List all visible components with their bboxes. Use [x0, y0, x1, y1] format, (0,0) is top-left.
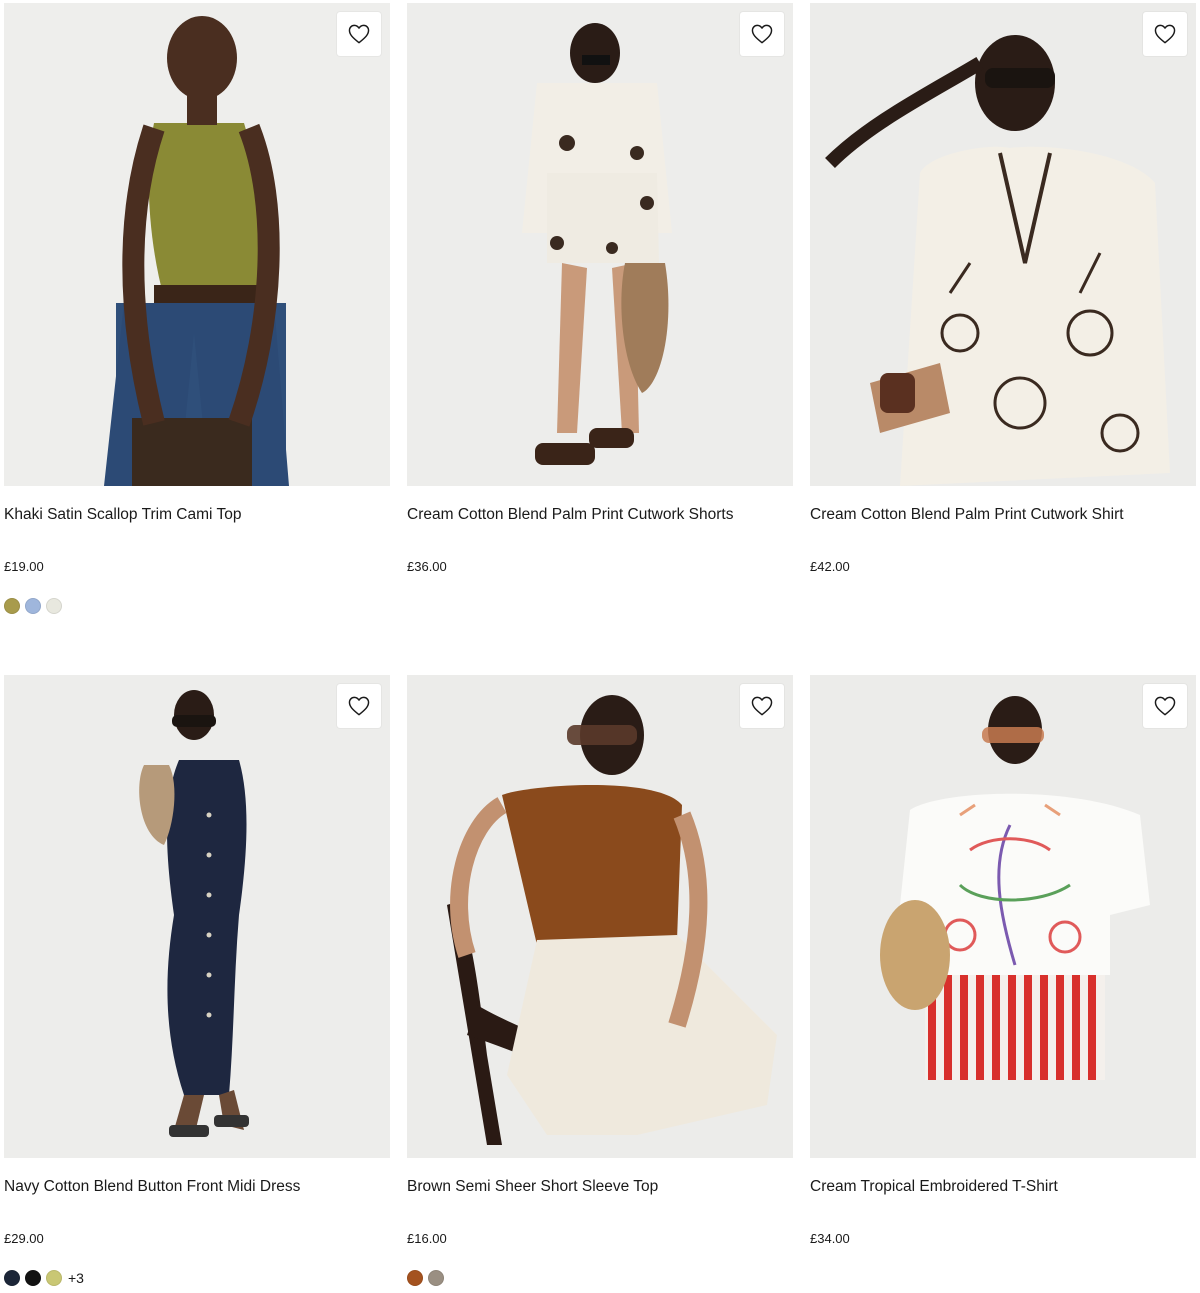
product-card: Navy Cotton Blend Button Front Midi Dres… [4, 675, 390, 1287]
color-swatch[interactable] [428, 1270, 444, 1286]
product-image[interactable] [810, 3, 1196, 486]
wishlist-button[interactable] [337, 12, 381, 56]
product-image[interactable] [4, 675, 390, 1158]
product-price: £16.00 [407, 1231, 447, 1246]
product-name-link[interactable]: Cream Tropical Embroidered T-Shirt [810, 1177, 1196, 1197]
product-image[interactable] [407, 3, 793, 486]
product-name-link[interactable]: Navy Cotton Blend Button Front Midi Dres… [4, 1177, 390, 1197]
color-swatch[interactable] [25, 598, 41, 614]
product-card: Cream Cotton Blend Palm Print Cutwork Sh… [407, 3, 793, 575]
wishlist-button[interactable] [740, 684, 784, 728]
wishlist-button[interactable] [1143, 12, 1187, 56]
product-name-link[interactable]: Cream Cotton Blend Palm Print Cutwork Sh… [407, 505, 793, 525]
heart-outline-icon [751, 24, 773, 44]
color-swatches [4, 597, 390, 615]
color-swatch[interactable] [4, 1270, 20, 1286]
heart-outline-icon [348, 24, 370, 44]
color-swatches [407, 1269, 793, 1287]
product-image[interactable] [810, 675, 1196, 1158]
color-swatch[interactable] [46, 598, 62, 614]
product-photo-brown-top[interactable] [407, 675, 793, 1158]
product-image[interactable] [407, 675, 793, 1158]
product-name-link[interactable]: Brown Semi Sheer Short Sleeve Top [407, 1177, 793, 1197]
product-image[interactable] [4, 3, 390, 486]
color-swatch[interactable] [4, 598, 20, 614]
wishlist-button[interactable] [337, 684, 381, 728]
color-swatch[interactable] [46, 1270, 62, 1286]
wishlist-button[interactable] [740, 12, 784, 56]
product-price: £29.00 [4, 1231, 44, 1246]
product-card: Brown Semi Sheer Short Sleeve Top £16.00 [407, 675, 793, 1287]
color-swatches: +3 [4, 1269, 390, 1287]
product-price: £42.00 [810, 559, 850, 574]
heart-outline-icon [751, 696, 773, 716]
product-photo-cream-shirt[interactable] [810, 3, 1196, 486]
heart-outline-icon [1154, 696, 1176, 716]
product-photo-tropical-tshirt[interactable] [810, 675, 1196, 1158]
product-photo-navy-dress[interactable] [4, 675, 390, 1158]
wishlist-button[interactable] [1143, 684, 1187, 728]
product-photo-cream-shorts[interactable] [407, 3, 793, 486]
color-swatch[interactable] [407, 1270, 423, 1286]
more-colors-link[interactable]: +3 [68, 1270, 84, 1286]
product-card: Cream Tropical Embroidered T-Shirt £34.0… [810, 675, 1196, 1247]
product-name-link[interactable]: Cream Cotton Blend Palm Print Cutwork Sh… [810, 505, 1196, 525]
product-card: Cream Cotton Blend Palm Print Cutwork Sh… [810, 3, 1196, 575]
product-price: £36.00 [407, 559, 447, 574]
product-price: £19.00 [4, 559, 44, 574]
product-price: £34.00 [810, 1231, 850, 1246]
color-swatch[interactable] [25, 1270, 41, 1286]
product-photo-khaki-cami[interactable] [4, 3, 390, 486]
heart-outline-icon [1154, 24, 1176, 44]
product-card: Khaki Satin Scallop Trim Cami Top £19.00 [4, 3, 390, 615]
product-grid: Khaki Satin Scallop Trim Cami Top £19.00 [0, 0, 1200, 1293]
heart-outline-icon [348, 696, 370, 716]
product-name-link[interactable]: Khaki Satin Scallop Trim Cami Top [4, 505, 390, 525]
